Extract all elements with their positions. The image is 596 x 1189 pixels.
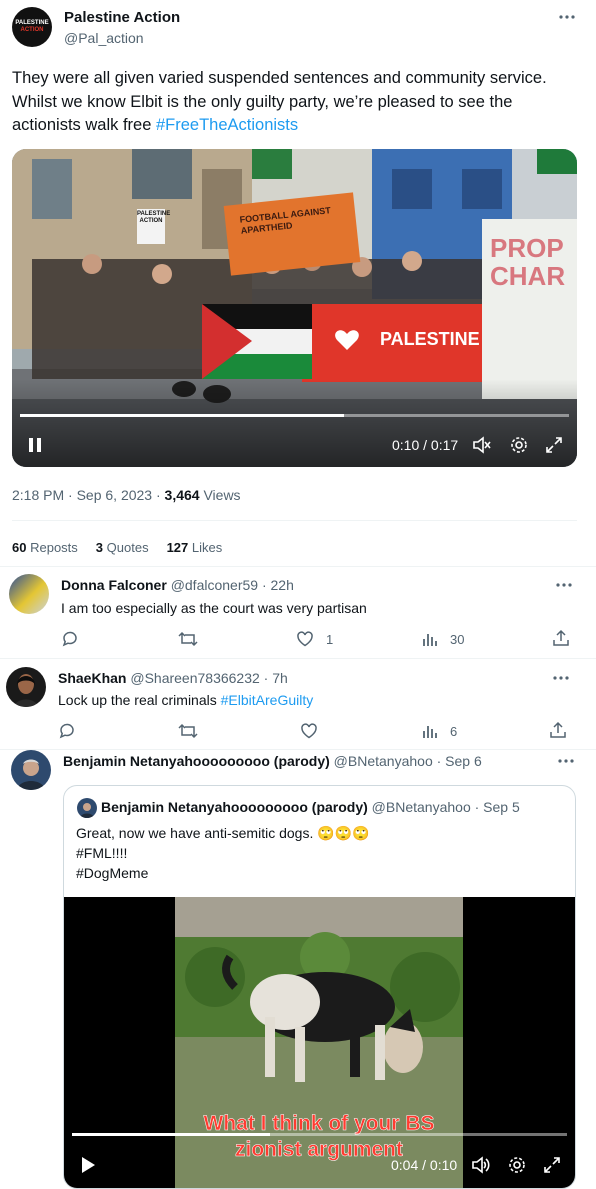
video-progress-track[interactable]: [72, 1133, 567, 1136]
fullscreen-icon[interactable]: [544, 435, 564, 455]
video-time: 0:10 / 0:17: [392, 437, 459, 453]
reply-header: ShaeKhan @Shareen78366232 · 7h: [58, 670, 288, 686]
like-count: 1: [326, 631, 334, 647]
reply-views-button[interactable]: 30: [422, 630, 464, 648]
quotes-stat[interactable]: 3 Quotes: [96, 540, 149, 555]
hashtag-link[interactable]: #FreeTheActionists: [156, 116, 298, 134]
reply-author-name[interactable]: ShaeKhan: [58, 670, 126, 686]
reply-views-button[interactable]: 6: [422, 722, 457, 740]
heart-icon: [297, 631, 313, 647]
right-banner-text: PROP CHAR: [490, 233, 566, 291]
reply-avatar[interactable]: [6, 667, 46, 707]
pause-icon[interactable]: [28, 437, 42, 453]
reply-header: Donna Falconer @dfalconer59 · 22h: [61, 577, 294, 593]
quote-author-name: Benjamin Netanyahooooooooo (parody): [101, 799, 368, 815]
author-name[interactable]: Palestine Action: [64, 9, 180, 26]
views-count: 3,464: [164, 487, 200, 503]
emoji-eyeroll: 🙄🙄🙄: [317, 825, 370, 841]
quotes-label: Quotes: [106, 540, 149, 555]
play-icon[interactable]: [80, 1156, 96, 1174]
reply-avatar[interactable]: [11, 750, 51, 790]
author-handle[interactable]: @Pal_action: [64, 30, 144, 46]
banner-text: PALESTINE: [380, 329, 480, 349]
reposts-stat[interactable]: 60 Reposts: [12, 540, 78, 555]
avatar-text-bottom: ACTION: [20, 27, 44, 33]
divider: [0, 566, 596, 567]
stats-row: 60 Reposts 3 Quotes 127 Likes: [12, 540, 222, 555]
video-progress-fill: [20, 414, 344, 417]
heart-icon: [301, 723, 317, 739]
settings-gear-icon[interactable]: [507, 1155, 527, 1175]
fullscreen-icon[interactable]: [542, 1155, 562, 1175]
reply-author-name[interactable]: Donna Falconer: [61, 577, 167, 593]
post-video[interactable]: FOOTBALL AGAINST APARTHEID PALESTINE ACT…: [12, 149, 577, 467]
video-progress-fill: [72, 1133, 270, 1136]
reply-text-body: Lock up the real criminals: [58, 692, 221, 708]
quote-header: Benjamin Netanyahooooooooo (parody) @BNe…: [101, 799, 520, 815]
quotes-count: 3: [95, 540, 104, 555]
views-chart-icon: [423, 726, 437, 738]
likes-stat[interactable]: 127 Likes: [167, 540, 223, 555]
post-text: They were all given varied suspended sen…: [12, 67, 572, 138]
views-label: Views: [199, 487, 241, 503]
quote-author-handle: @BNetanyahoo · Sep 5: [371, 799, 520, 815]
reply-more-icon[interactable]: [557, 754, 575, 768]
reply-text: Lock up the real criminals #ElbitAreGuil…: [58, 692, 313, 708]
sign-text: PALESTINE ACTION: [137, 211, 171, 224]
reply-like-button[interactable]: 1: [296, 630, 333, 648]
views-chart-icon: [423, 634, 437, 646]
reply-avatar[interactable]: [9, 574, 49, 614]
quote-avatar: [77, 798, 97, 818]
video-frame: [12, 149, 577, 467]
quote-line-1: Great, now we have anti-semitic dogs.: [76, 825, 318, 841]
post-meta: 2:18 PM · Sep 6, 2023 · 3,464 Views: [12, 487, 241, 503]
divider: [0, 658, 596, 659]
quote-line-3: #DogMeme: [76, 865, 149, 881]
volume-muted-icon[interactable]: [472, 435, 492, 455]
video-progress-track[interactable]: [20, 414, 569, 417]
quote-line-2: #FML!!!!: [76, 845, 128, 861]
video-caption: What I think of your BS zionist argument: [175, 1111, 463, 1163]
views-count: 30: [450, 631, 465, 647]
reply-author-handle[interactable]: @BNetanyahoo · Sep 6: [334, 753, 482, 769]
divider: [0, 749, 596, 750]
reply-like-button[interactable]: [300, 722, 318, 740]
reposts-label: Reposts: [30, 540, 78, 555]
hashtag-link[interactable]: #ElbitAreGuilty: [221, 692, 314, 708]
reply-author-handle[interactable]: @dfalconer59 · 22h: [171, 577, 294, 593]
reply-more-icon[interactable]: [552, 671, 570, 685]
likes-count: 127: [166, 540, 189, 555]
more-options-icon[interactable]: [558, 10, 576, 24]
reply-more-icon[interactable]: [555, 578, 573, 592]
reply-text: I am too especially as the court was ver…: [61, 600, 367, 616]
video-time: 0:04 / 0:10: [391, 1157, 458, 1173]
divider: [12, 520, 577, 521]
reply-author-name[interactable]: Benjamin Netanyahooooooooo (parody): [63, 753, 330, 769]
settings-gear-icon[interactable]: [509, 435, 529, 455]
quote-video[interactable]: What I think of your BS zionist argument…: [64, 897, 575, 1188]
reply-comment-icon[interactable]: [58, 722, 76, 740]
reply-comment-icon[interactable]: [61, 630, 79, 648]
likes-label: Likes: [191, 540, 223, 555]
views-count: 6: [450, 723, 458, 739]
quote-text: Great, now we have anti-semitic dogs. 🙄🙄…: [76, 823, 370, 883]
reply-header: Benjamin Netanyahooooooooo (parody) @BNe…: [63, 753, 482, 769]
author-avatar[interactable]: PALESTINE ACTION: [12, 7, 52, 47]
reply-share-icon[interactable]: [549, 721, 567, 739]
avatar-text-top: PALESTINE: [15, 20, 49, 26]
reply-repost-icon[interactable]: [178, 630, 198, 648]
post-timestamp[interactable]: 2:18 PM · Sep 6, 2023 ·: [12, 487, 165, 503]
quote-card[interactable]: Benjamin Netanyahooooooooo (parody) @BNe…: [63, 785, 576, 1189]
reply-author-handle[interactable]: @Shareen78366232 · 7h: [130, 670, 287, 686]
reply-share-icon[interactable]: [552, 629, 570, 647]
reply-repost-icon[interactable]: [178, 722, 198, 740]
volume-icon[interactable]: [471, 1155, 491, 1175]
reposts-count: 60: [12, 540, 27, 555]
